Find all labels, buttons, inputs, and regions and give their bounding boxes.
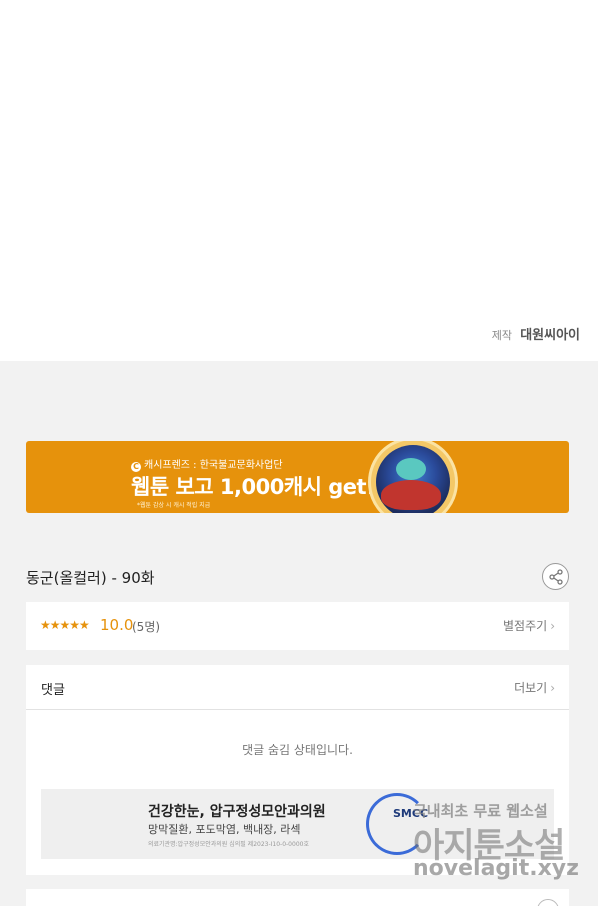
share-button[interactable] [542, 563, 569, 590]
rate-button[interactable]: 별점주기 › [503, 617, 555, 634]
rate-button-label: 별점주기 [503, 619, 548, 633]
banner-sponsor-text: 캐시프렌즈 : 한국불교문화사업단 [144, 460, 283, 471]
ad-fine-print: 의료기관명:압구정성모안과의원 심의필 제2023-I10-0-0000호 [148, 841, 309, 848]
chevron-right-icon: › [550, 681, 555, 695]
rating-count: (5명) [132, 620, 161, 634]
rating-stars: ★★★★★ [40, 618, 90, 632]
more-comments-label: 더보기 [514, 681, 548, 695]
share-icon [549, 569, 563, 585]
artwork-red-shape [381, 480, 441, 510]
comment-header: 댓글 더보기 › [26, 665, 569, 710]
banner-sponsor: C 캐시프렌즈 : 한국불교문화사업단 [131, 456, 283, 472]
ad-title: 건강한눈, 압구정성모안과의원 [148, 804, 326, 820]
rating-box: ★★★★★ 10.0 (5명) 별점주기 › [26, 602, 569, 650]
rating-score: 10.0 [100, 616, 134, 634]
chevron-right-icon: › [550, 619, 555, 633]
dragon-artwork-image [368, 441, 458, 513]
webtoon-image-area: 제작 대원씨아이 [0, 0, 598, 361]
artwork-dragon-head [396, 458, 426, 480]
banner-headline: 웹툰 보고 1,000캐시 get! [131, 475, 376, 499]
site-watermark: 국내최초 무료 웹소설 아지툰소설 novelagit.xyz [408, 798, 588, 888]
production-credit: 제작 대원씨아이 [492, 324, 580, 343]
banner-note: *웹툰 감상 시 캐시 적립 지급 [137, 502, 211, 509]
cash-promo-banner[interactable]: C 캐시프렌즈 : 한국불교문화사업단 웹툰 보고 1,000캐시 get! *웹… [26, 441, 569, 513]
comment-title: 댓글 [41, 683, 65, 698]
more-comments-button[interactable]: 더보기 › [514, 679, 555, 696]
watermark-line3: novelagit.xyz [413, 856, 579, 881]
circle-button-icon[interactable] [537, 899, 559, 906]
ad-subtitle: 망막질환, 포도막염, 백내장, 라섹 [148, 823, 301, 836]
episode-title-row: 동군(올컬러) - 90화 [26, 560, 569, 592]
next-section-card [26, 889, 569, 906]
episode-title: 동군(올컬러) - 90화 [26, 569, 155, 587]
credit-label: 제작 [491, 329, 513, 342]
comments-hidden-message: 댓글 숨김 상태입니다. [242, 743, 353, 757]
credit-name: 대원씨아이 [520, 328, 580, 343]
